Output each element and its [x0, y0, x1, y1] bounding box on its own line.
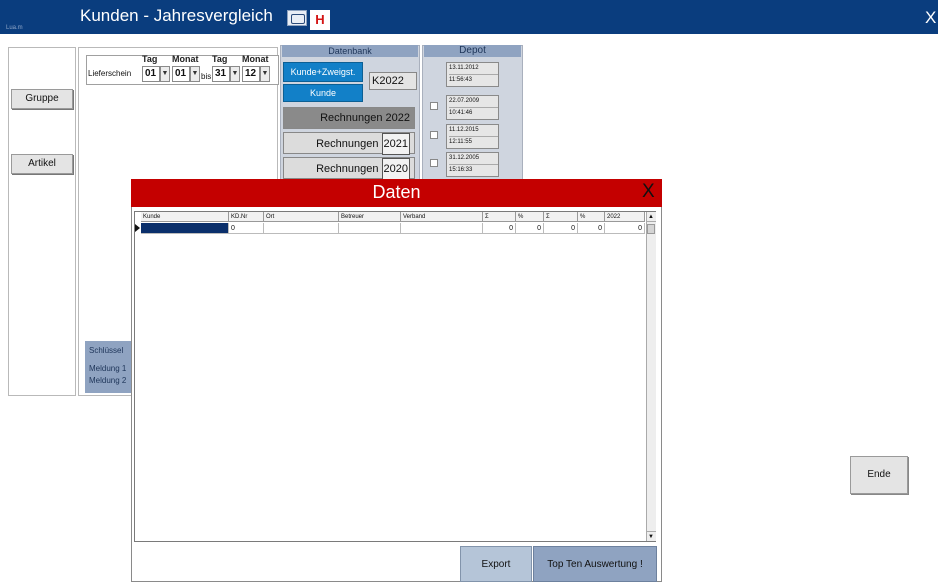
- rechnungen-2022-button[interactable]: Rechnungen 2022: [283, 107, 415, 129]
- depot-date: 13.11.2012: [449, 63, 498, 75]
- depot-entry: 13.11.2012 11:56:43: [446, 62, 499, 87]
- scroll-thumb[interactable]: [647, 224, 655, 234]
- depot-checkbox[interactable]: [430, 102, 438, 110]
- rechnungen-label: Rechnungen: [316, 163, 379, 175]
- k-year: 2022: [379, 75, 404, 87]
- depot-date: 22.07.2009: [449, 96, 498, 108]
- meldung2-label: Meldung 2: [89, 376, 127, 385]
- app-tiny-label: Lua.m: [6, 25, 23, 31]
- rechnungen-2020-button[interactable]: Rechnungen 2020: [283, 157, 415, 180]
- grid-cell[interactable]: [401, 223, 483, 234]
- grid-cell[interactable]: [141, 223, 229, 234]
- vertical-scrollbar[interactable]: [646, 212, 656, 541]
- from-month-select[interactable]: 01: [172, 66, 190, 82]
- depot-checkbox[interactable]: [430, 131, 438, 139]
- to-day-select[interactable]: 31: [212, 66, 230, 82]
- from-day-select[interactable]: 01: [142, 66, 160, 82]
- chevron-down-icon[interactable]: ▼: [230, 66, 240, 82]
- chevron-down-icon[interactable]: ▼: [260, 66, 270, 82]
- grid-cell[interactable]: 0: [578, 223, 605, 234]
- top-ten-button[interactable]: Top Ten Auswertung !: [533, 546, 657, 582]
- row-pointer-icon: [135, 224, 140, 232]
- depot-time: 12:11:55: [449, 139, 472, 145]
- column-header[interactable]: Betreuer: [339, 212, 401, 222]
- column-header[interactable]: KD.Nr: [229, 212, 264, 222]
- help-button[interactable]: H: [310, 10, 330, 30]
- to-month-select[interactable]: 12: [242, 66, 260, 82]
- kunde-zweigst-button[interactable]: Kunde+Zweigst.: [283, 62, 363, 82]
- close-window-button[interactable]: X: [925, 8, 936, 28]
- grid-cell[interactable]: 0: [483, 223, 516, 234]
- grid-cell[interactable]: [339, 223, 401, 234]
- scroll-up-icon[interactable]: ▲: [646, 212, 656, 222]
- depot-entry: 31.12.2005 15:16:33: [446, 152, 499, 177]
- grid-cell[interactable]: 0: [544, 223, 578, 234]
- rechnungen-year: 2020: [381, 158, 410, 180]
- header-tag-to: Tag: [212, 54, 228, 64]
- depot-entry: 22.07.2009 10:41:46: [446, 95, 499, 120]
- column-header[interactable]: Σ: [544, 212, 578, 222]
- column-header[interactable]: Verband: [401, 212, 483, 222]
- dialog-close-button[interactable]: X: [642, 181, 655, 203]
- column-header[interactable]: Σ: [483, 212, 516, 222]
- bis-label: bis: [201, 72, 212, 81]
- data-grid[interactable]: [134, 211, 656, 542]
- chevron-down-icon[interactable]: ▼: [190, 66, 200, 82]
- chevron-down-icon[interactable]: ▼: [160, 66, 170, 82]
- depot-title: Depot: [424, 45, 521, 57]
- header-monat-to: Monat: [242, 54, 269, 64]
- depot-date: 11.12.2015: [449, 125, 498, 137]
- column-header[interactable]: Kunde: [141, 212, 229, 222]
- grid-cell[interactable]: [264, 223, 339, 234]
- depot-date: 31.12.2005: [449, 153, 498, 165]
- artikel-button[interactable]: Artikel: [11, 154, 73, 174]
- schluessel-label: Schlüssel: [89, 346, 124, 355]
- header-monat-from: Monat: [172, 54, 199, 64]
- message-icon[interactable]: [287, 10, 307, 26]
- ende-button[interactable]: Ende: [850, 456, 908, 494]
- column-header[interactable]: %: [578, 212, 605, 222]
- export-button[interactable]: Export: [460, 546, 532, 582]
- grid-cell[interactable]: 0: [516, 223, 544, 234]
- header-tag-from: Tag: [142, 54, 158, 64]
- rechnungen-label: Rechnungen: [316, 138, 379, 150]
- dialog-title: Daten: [372, 182, 421, 202]
- gruppe-button[interactable]: Gruppe: [11, 89, 73, 109]
- depot-time: 10:41:46: [449, 110, 473, 116]
- rechnungen-label: Rechnungen: [320, 112, 383, 124]
- depot-time: 15:16:33: [449, 167, 473, 173]
- column-header[interactable]: Ort: [264, 212, 339, 222]
- column-header[interactable]: %: [516, 212, 544, 222]
- rechnungen-year: 2021: [381, 133, 410, 155]
- rechnungen-year: 2022: [385, 112, 410, 124]
- datenbank-title: Datenbank: [282, 45, 418, 57]
- grid-cell[interactable]: 0: [229, 223, 264, 234]
- lieferschein-label: Lieferschein: [88, 69, 132, 78]
- scroll-down-icon[interactable]: ▼: [646, 531, 656, 541]
- column-header[interactable]: 2022: [605, 212, 645, 222]
- depot-entry: 11.12.2015 12:11:55: [446, 124, 499, 149]
- window-title: Kunden - Jahresvergleich: [80, 6, 273, 25]
- kunde-button[interactable]: Kunde: [283, 84, 363, 102]
- meldung1-label: Meldung 1: [89, 364, 127, 373]
- rechnungen-2021-button[interactable]: Rechnungen 2021: [283, 132, 415, 155]
- depot-checkbox[interactable]: [430, 159, 438, 167]
- grid-cell[interactable]: 0: [605, 223, 645, 234]
- depot-time: 11:56:43: [449, 77, 472, 83]
- k-year-field[interactable]: K2022: [369, 72, 417, 90]
